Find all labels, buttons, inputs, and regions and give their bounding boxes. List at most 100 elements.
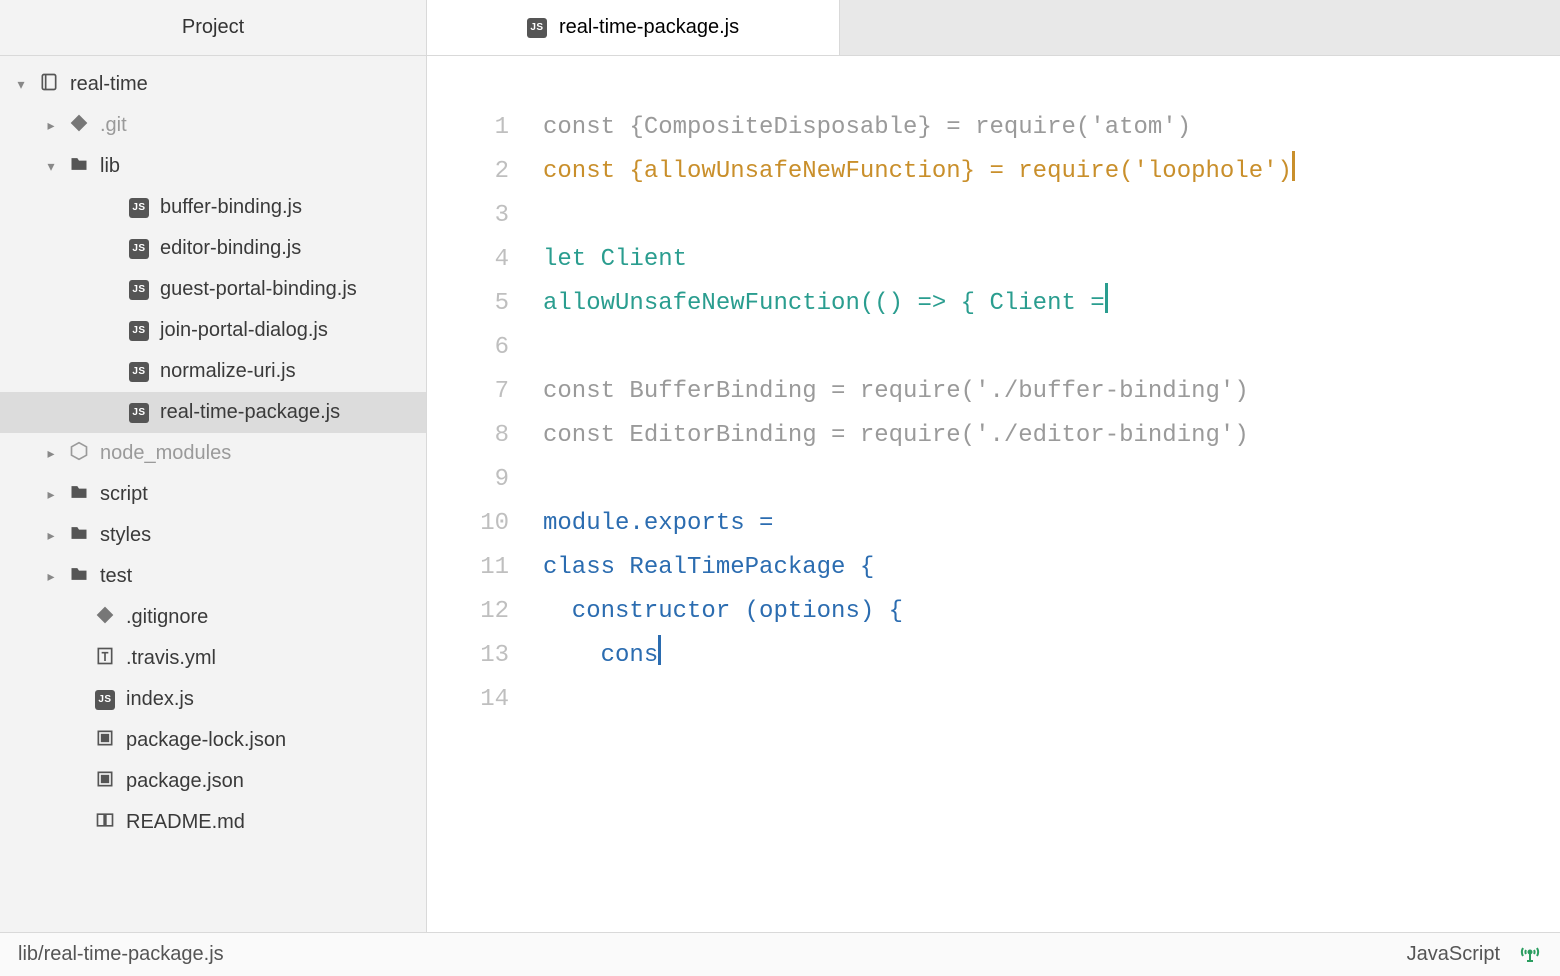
line-number: 7 <box>427 370 509 414</box>
line-number: 6 <box>427 326 509 370</box>
editor-area: JS real-time-package.js 1234567891011121… <box>427 0 1560 932</box>
tree-item-label: normalize-uri.js <box>160 360 296 383</box>
node-icon <box>68 443 90 465</box>
project-sidebar: Project ▾ real-time ▸ .git ▾ lib JS buffer-bind… <box>0 0 427 932</box>
chevron-icon[interactable]: ▸ <box>44 527 58 544</box>
code-token: const {allowUnsafeNewFunction} = require… <box>543 158 1292 185</box>
json-icon <box>94 730 116 752</box>
tree-item[interactable]: JS editor-binding.js <box>0 228 426 269</box>
code-token: allowUnsafeNewFunction(() => { Client = <box>543 290 1105 317</box>
tree-item-label: .travis.yml <box>126 647 216 670</box>
code-line[interactable]: constructor (options) { <box>543 590 1560 634</box>
code-token: class RealTimePackage { <box>543 554 874 581</box>
chevron-icon[interactable]: ▾ <box>44 158 58 175</box>
js-icon: JS <box>128 197 150 219</box>
js-icon: JS <box>128 238 150 260</box>
code-line[interactable]: class RealTimePackage { <box>543 546 1560 590</box>
tree-item-label: .gitignore <box>126 606 208 629</box>
tree-item[interactable]: JS join-portal-dialog.js <box>0 310 426 351</box>
collaborator-cursor <box>1292 151 1295 181</box>
code-content[interactable]: const {CompositeDisposable} = require('a… <box>543 106 1560 932</box>
js-icon: JS <box>128 320 150 342</box>
code-token: module.exports = <box>543 510 773 537</box>
code-line[interactable]: const EditorBinding = require('./editor-… <box>543 414 1560 458</box>
tree-item[interactable]: ▸node_modules <box>0 433 426 474</box>
collaborator-cursor <box>1105 283 1108 313</box>
chevron-icon[interactable]: ▾ <box>14 76 28 93</box>
tree-item[interactable]: ▸script <box>0 474 426 515</box>
tree-item[interactable]: ▸test <box>0 556 426 597</box>
folder-icon <box>68 566 90 588</box>
chevron-icon[interactable]: ▸ <box>44 486 58 503</box>
code-line[interactable]: allowUnsafeNewFunction(() => { Client = <box>543 282 1560 326</box>
text-editor[interactable]: 1234567891011121314 const {CompositeDisp… <box>427 56 1560 932</box>
js-icon: JS <box>128 402 150 424</box>
js-file-icon: JS <box>527 18 547 38</box>
tree-item-label: real-time <box>70 73 148 96</box>
tree-item[interactable]: ▸ .git <box>0 105 426 146</box>
code-line[interactable] <box>543 458 1560 502</box>
tree-item[interactable]: ▾ lib <box>0 146 426 187</box>
tree-item[interactable]: JSguest-portal-binding.js <box>0 269 426 310</box>
line-number: 11 <box>427 546 509 590</box>
code-line[interactable] <box>543 326 1560 370</box>
tree-item[interactable]: JSindex.js <box>0 679 426 720</box>
js-icon: JS <box>128 279 150 301</box>
tree-item[interactable]: .travis.yml <box>0 638 426 679</box>
tree-item-label: lib <box>100 155 120 178</box>
book-icon <box>94 812 116 834</box>
tree-item-label: buffer-binding.js <box>160 196 302 219</box>
line-number: 9 <box>427 458 509 502</box>
code-line[interactable] <box>543 678 1560 722</box>
status-grammar[interactable]: JavaScript <box>1407 943 1500 966</box>
line-number: 13 <box>427 634 509 678</box>
tree-item-label: real-time-package.js <box>160 401 340 424</box>
tree-item[interactable]: package-lock.json <box>0 720 426 761</box>
code-line[interactable]: const BufferBinding = require('./buffer-… <box>543 370 1560 414</box>
tree-item[interactable]: .gitignore <box>0 597 426 638</box>
chevron-icon[interactable]: ▸ <box>44 445 58 462</box>
line-number: 2 <box>427 150 509 194</box>
line-number: 1 <box>427 106 509 150</box>
tree-item[interactable]: ▸styles <box>0 515 426 556</box>
chevron-icon[interactable]: ▸ <box>44 117 58 134</box>
code-token: cons <box>543 642 658 669</box>
code-line[interactable]: cons <box>543 634 1560 678</box>
tree-item[interactable]: package.json <box>0 761 426 802</box>
sidebar-title: Project <box>0 0 426 56</box>
tab-active[interactable]: JS real-time-package.js <box>427 0 840 55</box>
tree-item[interactable]: JS normalize-uri.js <box>0 351 426 392</box>
repo-icon <box>38 74 60 96</box>
tree-item-label: .git <box>100 114 127 137</box>
folder-icon <box>68 484 90 506</box>
tab-bar[interactable]: JS real-time-package.js <box>427 0 1560 56</box>
js-icon: JS <box>128 361 150 383</box>
file-tree[interactable]: ▾real-time▸.git▾libJSbuffer-binding.jsJS… <box>0 56 426 932</box>
code-line[interactable]: const {allowUnsafeNewFunction} = require… <box>543 150 1560 194</box>
text-icon <box>94 648 116 670</box>
tree-item-label: editor-binding.js <box>160 237 301 260</box>
code-line[interactable]: module.exports = <box>543 502 1560 546</box>
line-number: 14 <box>427 678 509 722</box>
code-line[interactable]: const {CompositeDisposable} = require('a… <box>543 106 1560 150</box>
line-number: 12 <box>427 590 509 634</box>
tab-label: real-time-package.js <box>559 16 739 39</box>
code-line[interactable] <box>543 194 1560 238</box>
code-token: let Client <box>543 246 687 273</box>
git-icon <box>68 115 90 137</box>
folder-icon <box>68 156 90 178</box>
tree-item[interactable]: JS real-time-package.js <box>0 392 426 433</box>
code-token: const EditorBinding = require('./editor-… <box>543 422 1249 449</box>
tree-item-label: join-portal-dialog.js <box>160 319 328 342</box>
status-file-path: lib/real-time-package.js <box>18 943 224 966</box>
chevron-icon[interactable]: ▸ <box>44 568 58 585</box>
collaborator-cursor <box>658 635 661 665</box>
code-line[interactable]: let Client <box>543 238 1560 282</box>
tree-item[interactable]: README.md <box>0 802 426 843</box>
line-number: 8 <box>427 414 509 458</box>
tree-item[interactable]: ▾ real-time <box>0 64 426 105</box>
tree-item[interactable]: JS buffer-binding.js <box>0 187 426 228</box>
gutter: 1234567891011121314 <box>427 106 543 932</box>
broadcast-icon[interactable] <box>1518 940 1542 970</box>
tree-item-label: README.md <box>126 811 245 834</box>
